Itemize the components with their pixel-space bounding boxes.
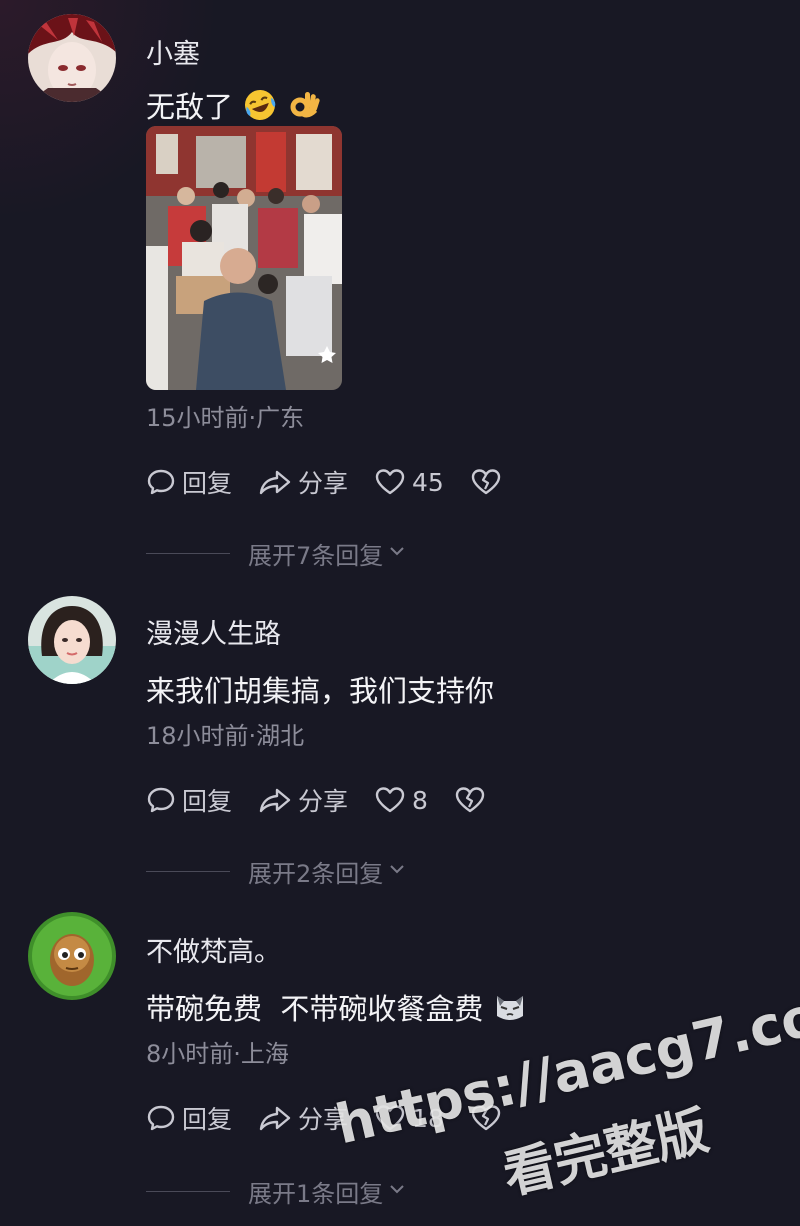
comment-text: 无敌了 bbox=[146, 84, 321, 126]
cat-face-emoji bbox=[493, 990, 527, 1024]
expand-divider bbox=[146, 552, 230, 554]
comment-feed: 小塞 无敌了 15小时前·广东 回复 分享 45 展开7条回复 漫漫人生路 来我… bbox=[0, 0, 800, 1226]
reply-button[interactable]: 回复 bbox=[146, 464, 232, 500]
heart-icon bbox=[374, 1103, 406, 1133]
comment-actions: 回复 分享 45 bbox=[146, 464, 528, 500]
comment-photo[interactable] bbox=[146, 126, 342, 390]
share-button[interactable]: 分享 bbox=[258, 1100, 348, 1136]
watermark-subtitle: 看完整版 bbox=[497, 1100, 715, 1207]
comment-text: 来我们胡集搞，我们支持你 bbox=[146, 668, 494, 710]
like-button[interactable]: 45 bbox=[374, 467, 444, 497]
broken-heart-icon bbox=[470, 1103, 502, 1133]
share-label: 分享 bbox=[298, 1105, 349, 1134]
comment-username[interactable]: 漫漫人生路 bbox=[146, 612, 281, 651]
reply-label: 回复 bbox=[182, 469, 233, 498]
comment-actions: 回复 分享 8 bbox=[146, 782, 512, 818]
ok-hand-emoji bbox=[287, 88, 321, 122]
avatar[interactable] bbox=[28, 14, 116, 102]
comment-text-content: 来我们胡集搞，我们支持你 bbox=[146, 674, 495, 708]
comment-username[interactable]: 不做梵高。 bbox=[146, 930, 281, 969]
reply-button[interactable]: 回复 bbox=[146, 782, 232, 818]
laughing-crying-emoji bbox=[243, 88, 277, 122]
heart-icon bbox=[374, 467, 406, 497]
dislike-button[interactable] bbox=[454, 785, 486, 815]
like-count: 8 bbox=[412, 785, 428, 815]
expand-divider bbox=[146, 1190, 230, 1192]
comment-bubble-icon bbox=[146, 785, 176, 815]
comment-text: 带碗免费 不带碗收餐盒费 bbox=[146, 986, 527, 1028]
chevron-down-icon bbox=[383, 857, 407, 885]
comment-meta: 8小时前·上海 bbox=[146, 1040, 289, 1068]
expand-replies-label: 展开2条回复 bbox=[248, 859, 384, 888]
comment-text-content: 无敌了 bbox=[146, 90, 234, 124]
dislike-button[interactable] bbox=[470, 1103, 502, 1133]
expand-replies-button[interactable]: 展开1条回复 bbox=[146, 1176, 407, 1208]
reply-button[interactable]: 回复 bbox=[146, 1100, 232, 1136]
reply-label: 回复 bbox=[182, 1105, 233, 1134]
broken-heart-icon bbox=[470, 467, 502, 497]
expand-replies-button[interactable]: 展开7条回复 bbox=[146, 538, 407, 570]
like-button[interactable]: 18 bbox=[374, 1103, 444, 1133]
heart-icon bbox=[374, 785, 406, 815]
like-count: 45 bbox=[412, 467, 444, 497]
like-count: 18 bbox=[412, 1103, 444, 1133]
comment-bubble-icon bbox=[146, 467, 176, 497]
expand-replies-label: 展开1条回复 bbox=[248, 1179, 384, 1208]
avatar[interactable] bbox=[28, 912, 116, 1000]
broken-heart-icon bbox=[454, 785, 486, 815]
comment-meta: 15小时前·广东 bbox=[146, 404, 305, 432]
dislike-button[interactable] bbox=[470, 467, 502, 497]
like-button[interactable]: 8 bbox=[374, 785, 428, 815]
avatar[interactable] bbox=[28, 596, 116, 684]
share-arrow-icon bbox=[258, 467, 292, 497]
share-label: 分享 bbox=[298, 469, 349, 498]
comment-username[interactable]: 小塞 bbox=[146, 32, 200, 71]
chevron-down-icon bbox=[383, 1177, 407, 1205]
share-button[interactable]: 分享 bbox=[258, 782, 348, 818]
comment-meta: 18小时前·湖北 bbox=[146, 722, 305, 750]
comment-text-content: 带碗免费 不带碗收餐盒费 bbox=[146, 992, 484, 1026]
reply-label: 回复 bbox=[182, 787, 233, 816]
share-button[interactable]: 分享 bbox=[258, 464, 348, 500]
comment-actions: 回复 分享 18 bbox=[146, 1100, 528, 1136]
share-arrow-icon bbox=[258, 1103, 292, 1133]
expand-divider bbox=[146, 870, 230, 872]
chevron-down-icon bbox=[383, 539, 407, 567]
share-label: 分享 bbox=[298, 787, 349, 816]
expand-replies-label: 展开7条回复 bbox=[248, 541, 384, 570]
expand-replies-button[interactable]: 展开2条回复 bbox=[146, 856, 407, 888]
share-arrow-icon bbox=[258, 785, 292, 815]
comment-bubble-icon bbox=[146, 1103, 176, 1133]
